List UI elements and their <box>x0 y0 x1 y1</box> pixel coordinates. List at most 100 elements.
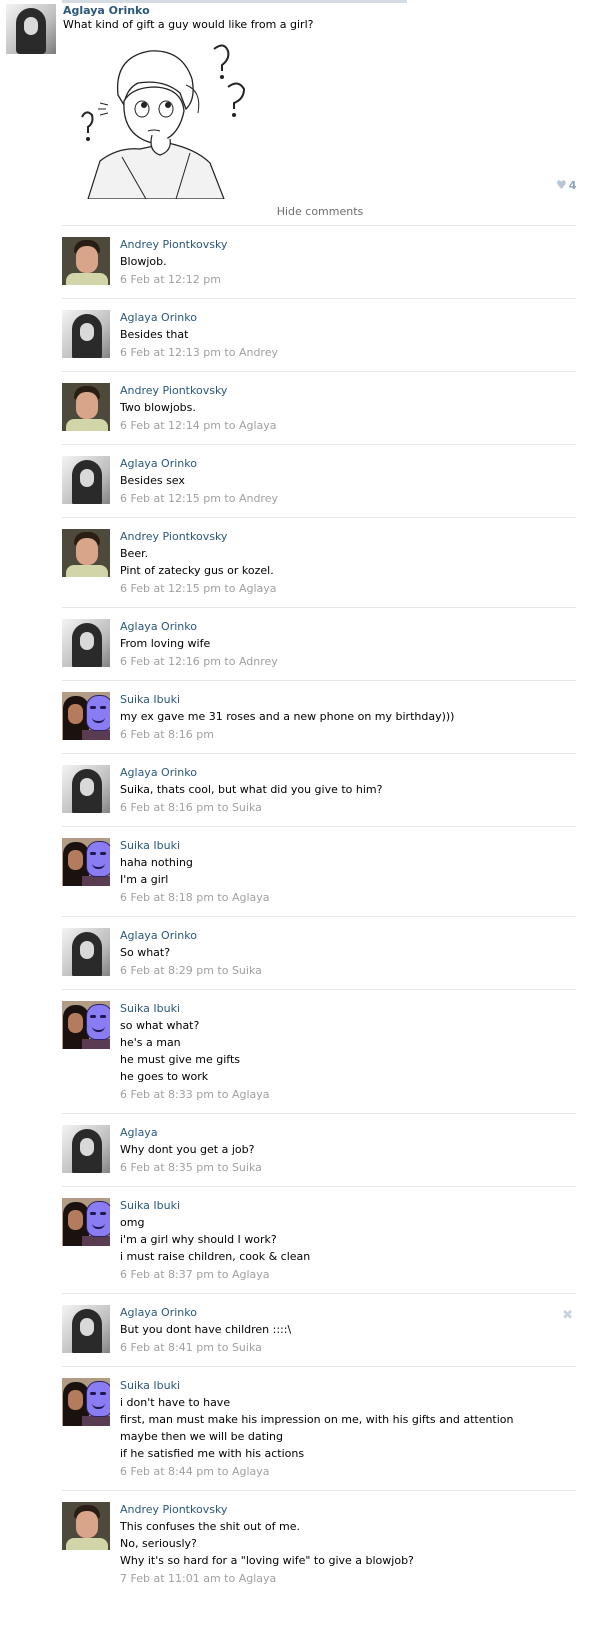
comment-avatar[interactable] <box>62 310 110 358</box>
comment-author[interactable]: Aglaya <box>120 1125 576 1141</box>
comment-text: But you dont have children ::::\ <box>120 1323 292 1336</box>
comment-text: he must give me gifts <box>120 1053 241 1066</box>
comment-text: Besides that <box>120 328 189 341</box>
comment-author[interactable]: Suika Ibuki <box>120 1001 576 1017</box>
comment-timestamp[interactable]: 6 Feb at 8:16 pm <box>120 727 576 743</box>
top-divider <box>62 0 407 3</box>
post-image[interactable] <box>78 39 248 199</box>
comment-author[interactable]: Aglaya Orinko <box>120 1305 576 1321</box>
comment-avatar[interactable] <box>62 529 110 577</box>
comment-text: Besides sex <box>120 474 185 487</box>
comment-item: Andrey Piontkovsky Two blowjobs. 6 Feb at … <box>62 372 576 445</box>
comments-list: Andrey Piontkovsky Blowjob. 6 Feb at 12:12… <box>62 226 576 1597</box>
comment-author[interactable]: Suika Ibuki <box>120 1198 576 1214</box>
comment-item: Suika Ibuki my ex gave me 31 roses and a … <box>62 681 576 754</box>
comment-text: so what what? <box>120 1019 200 1032</box>
delete-comment-icon[interactable]: ✖ <box>562 1308 573 1323</box>
comment-item: Aglaya Why dont you get a job? 6 Feb at 8:… <box>62 1114 576 1187</box>
post-text: What kind of gift a guy would like from … <box>63 18 314 31</box>
comment-author[interactable]: Andrey Piontkovsky <box>120 383 576 399</box>
comment-timestamp[interactable]: 6 Feb at 8:35 pm to Suika <box>120 1160 576 1176</box>
comment-author[interactable]: Andrey Piontkovsky <box>120 1502 576 1518</box>
comment-avatar[interactable] <box>62 928 110 976</box>
comment-author[interactable]: Aglaya Orinko <box>120 928 576 944</box>
comment-text: I'm a girl <box>120 873 169 886</box>
comment-text: Blowjob. <box>120 255 167 268</box>
comment-text: Beer. <box>120 547 149 560</box>
comment-timestamp[interactable]: 6 Feb at 12:13 pm to Andrey <box>120 345 576 361</box>
comment-text: No, seriously? <box>120 1537 197 1550</box>
comment-avatar[interactable] <box>62 237 110 285</box>
comment-author[interactable]: Aglaya Orinko <box>120 456 576 472</box>
comment-text: Two blowjobs. <box>120 401 196 414</box>
comment-timestamp[interactable]: 6 Feb at 8:18 pm to Aglaya <box>120 890 576 906</box>
comment-text: So what? <box>120 946 171 959</box>
comment-author[interactable]: Aglaya Orinko <box>120 765 576 781</box>
comment-avatar[interactable] <box>62 765 110 813</box>
comment-avatar[interactable] <box>62 692 110 740</box>
comment-item: Andrey Piontkovsky Blowjob. 6 Feb at 12:12… <box>62 226 576 299</box>
comment-timestamp[interactable]: 6 Feb at 8:44 pm to Aglaya <box>120 1464 576 1480</box>
comment-text: if he satisfied me with his actions <box>120 1447 305 1460</box>
comment-author[interactable]: Suika Ibuki <box>120 838 576 854</box>
comment-text: Why dont you get a job? <box>120 1143 255 1156</box>
comment-author[interactable]: Aglaya Orinko <box>120 310 576 326</box>
comment-item: Aglaya Orinko From loving wife 6 Feb at 12… <box>62 608 576 681</box>
comment-text: This confuses the shit out of me. <box>120 1520 301 1533</box>
comment-text: he goes to work <box>120 1070 209 1083</box>
comment-author[interactable]: Suika Ibuki <box>120 692 576 708</box>
comment-timestamp[interactable]: 6 Feb at 8:33 pm to Aglaya <box>120 1087 576 1103</box>
comment-avatar[interactable] <box>62 1198 110 1246</box>
comment-text: i must raise children, cook & clean <box>120 1250 311 1263</box>
comment-text: i don't have to have <box>120 1396 231 1409</box>
comment-text: maybe then we will be dating <box>120 1430 283 1443</box>
comment-item: Aglaya Orinko Besides sex 6 Feb at 12:15 p… <box>62 445 576 518</box>
comment-avatar[interactable] <box>62 1001 110 1049</box>
comment-item: Andrey Piontkovsky Beer. Pint of zatecky g… <box>62 518 576 608</box>
comment-timestamp[interactable]: 6 Feb at 8:29 pm to Suika <box>120 963 576 979</box>
comment-avatar[interactable] <box>62 1502 110 1550</box>
comment-avatar[interactable] <box>62 383 110 431</box>
heart-icon: ♥ <box>556 178 567 192</box>
comment-item: Suika Ibuki i don't have to have first, ma… <box>62 1367 576 1491</box>
comment-timestamp[interactable]: 6 Feb at 8:37 pm to Aglaya <box>120 1267 576 1283</box>
comment-text: haha nothing <box>120 856 193 869</box>
comment-item: Suika Ibuki so what what? he's a man he mus… <box>62 990 576 1114</box>
comment-timestamp[interactable]: 6 Feb at 12:12 pm <box>120 272 576 288</box>
comment-text: Pint of zatecky gus or kozel. <box>120 564 274 577</box>
comment-avatar[interactable] <box>62 1125 110 1173</box>
comment-author[interactable]: Aglaya Orinko <box>120 619 576 635</box>
comment-avatar[interactable] <box>62 1378 110 1426</box>
comment-timestamp[interactable]: 6 Feb at 12:15 pm to Aglaya <box>120 581 576 597</box>
comment-timestamp[interactable]: 6 Feb at 8:41 pm to Suika <box>120 1340 576 1356</box>
comment-timestamp[interactable]: 6 Feb at 12:15 pm to Andrey <box>120 491 576 507</box>
comment-avatar[interactable] <box>62 619 110 667</box>
comment-item: Suika Ibuki haha nothing I'm a girl 6 Feb a… <box>62 827 576 917</box>
comment-author[interactable]: Andrey Piontkovsky <box>120 529 576 545</box>
comment-item: Aglaya Orinko So what? 6 Feb at 8:29 pm to… <box>62 917 576 990</box>
comment-avatar[interactable] <box>62 456 110 504</box>
comment-text: i'm a girl why should I work? <box>120 1233 277 1246</box>
comment-author[interactable]: Andrey Piontkovsky <box>120 237 576 253</box>
comment-timestamp[interactable]: 6 Feb at 12:16 pm to Adnrey <box>120 654 576 670</box>
comment-item: Aglaya Orinko But you dont have children … <box>62 1294 576 1367</box>
post-author-avatar[interactable] <box>6 4 56 54</box>
comment-timestamp[interactable]: 7 Feb at 11:01 am to Aglaya <box>120 1571 576 1587</box>
comment-author[interactable]: Suika Ibuki <box>120 1378 576 1394</box>
comment-item: Aglaya Orinko Suika, thats cool, but what… <box>62 754 576 827</box>
comment-timestamp[interactable]: 6 Feb at 12:14 pm to Aglaya <box>120 418 576 434</box>
comment-text: first, man must make his impression on m… <box>120 1413 514 1426</box>
comment-text: he's a man <box>120 1036 181 1049</box>
comment-text: From loving wife <box>120 637 211 650</box>
comment-item: Suika Ibuki omg i'm a girl why should I wo… <box>62 1187 576 1294</box>
comment-timestamp[interactable]: 6 Feb at 8:16 pm to Suika <box>120 800 576 816</box>
hide-comments-link[interactable]: Hide comments <box>0 205 610 218</box>
like-button[interactable]: ♥ 4 <box>556 178 576 192</box>
post-author-name[interactable]: Aglaya Orinko <box>63 4 150 17</box>
comment-avatar[interactable] <box>62 1305 110 1353</box>
comment-item: Andrey Piontkovsky This confuses the shit… <box>62 1491 576 1597</box>
comment-avatar[interactable] <box>62 838 110 886</box>
comment-text: my ex gave me 31 roses and a new phone o… <box>120 710 455 723</box>
comment-text: omg <box>120 1216 145 1229</box>
comment-text: Why it's so hard for a "loving wife" to … <box>120 1554 414 1567</box>
